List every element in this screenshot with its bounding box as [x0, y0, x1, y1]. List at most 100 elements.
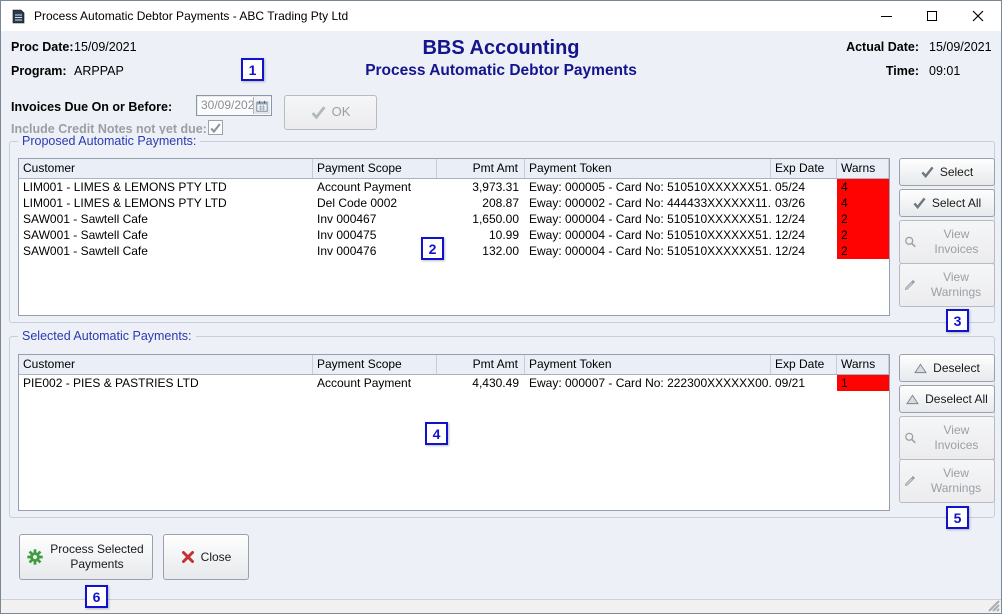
cell-exp: 12/24 — [771, 227, 837, 243]
maximize-icon — [927, 11, 937, 21]
ok-button-label: OK — [332, 104, 351, 120]
view-warnings-button-label: View Warnings — [922, 270, 990, 300]
cell-amount: 4,430.49 — [437, 375, 525, 391]
close-window-button[interactable] — [955, 1, 1001, 31]
cell-token: Eway: 000002 - Card No: 444433XXXXXX11..… — [525, 195, 771, 211]
view-invoices-button[interactable]: View Invoices — [899, 416, 995, 460]
annotation-5: 5 — [946, 506, 969, 529]
column-header-customer[interactable]: Customer — [19, 159, 313, 178]
triangle-icon — [906, 394, 919, 405]
cell-amount: 132.00 — [437, 243, 525, 259]
close-button[interactable]: Close — [163, 534, 249, 580]
column-header-warns[interactable]: Warns — [837, 355, 889, 374]
column-header-amount[interactable]: Pmt Amt — [437, 159, 525, 178]
column-header-exp[interactable]: Exp Date — [771, 159, 837, 178]
actual-date-label: Actual Date: — [846, 40, 919, 54]
close-button-label: Close — [201, 550, 232, 565]
cell-warns: 4 — [837, 195, 889, 211]
annotation-1: 1 — [241, 58, 264, 81]
column-header-token[interactable]: Payment Token — [525, 159, 771, 178]
cell-warns: 2 — [837, 227, 889, 243]
deselect-button-label: Deselect — [933, 361, 980, 376]
red-x-icon — [181, 550, 195, 564]
annotation-2: 2 — [421, 237, 444, 260]
cell-exp: 05/24 — [771, 179, 837, 195]
magnifier-icon — [904, 431, 917, 445]
column-header-exp[interactable]: Exp Date — [771, 355, 837, 374]
table-row[interactable]: LIM001 - LIMES & LEMONS PTY LTDAccount P… — [19, 179, 889, 195]
cell-amount: 3,973.31 — [437, 179, 525, 195]
time-value: 09:01 — [929, 64, 960, 78]
proposed-payments-table[interactable]: CustomerPayment ScopePmt AmtPayment Toke… — [18, 158, 890, 316]
column-header-warns[interactable]: Warns — [837, 159, 889, 178]
annotation-6: 6 — [85, 585, 108, 608]
cell-token: Eway: 000004 - Card No: 510510XXXXXX51..… — [525, 227, 771, 243]
check-icon — [921, 166, 934, 178]
selected-payments-table[interactable]: CustomerPayment ScopePmt AmtPayment Toke… — [18, 354, 890, 511]
cell-warns: 4 — [837, 179, 889, 195]
select-button-label: Select — [940, 165, 973, 180]
page-title: Process Automatic Debtor Payments — [1, 62, 1001, 80]
view-invoices-button-label: View Invoices — [923, 423, 990, 453]
due-date-label: Invoices Due On or Before: — [11, 100, 172, 114]
column-header-amount[interactable]: Pmt Amt — [437, 355, 525, 374]
deselect-all-button[interactable]: Deselect All — [899, 385, 995, 413]
minimize-icon — [881, 16, 892, 17]
cell-scope: Inv 000467 — [313, 211, 437, 227]
cell-amount: 1,650.00 — [437, 211, 525, 227]
column-header-customer[interactable]: Customer — [19, 355, 313, 374]
select-button[interactable]: Select — [899, 158, 995, 186]
selected-table-header: CustomerPayment ScopePmt AmtPayment Toke… — [19, 355, 889, 375]
time-label: Time: — [886, 64, 919, 78]
cell-customer: SAW001 - Sawtell Cafe — [19, 211, 313, 227]
cell-customer: LIM001 - LIMES & LEMONS PTY LTD — [19, 195, 313, 211]
view-warnings-button-label: View Warnings — [922, 466, 990, 496]
cell-amount: 208.87 — [437, 195, 525, 211]
view-warnings-button[interactable]: View Warnings — [899, 459, 995, 503]
column-header-scope[interactable]: Payment Scope — [313, 159, 437, 178]
table-row[interactable]: LIM001 - LIMES & LEMONS PTY LTDDel Code … — [19, 195, 889, 211]
minimize-button[interactable] — [863, 1, 909, 31]
cell-warns: 2 — [837, 243, 889, 259]
cell-customer: PIE002 - PIES & PASTRIES LTD — [19, 375, 313, 391]
cell-token: Eway: 000004 - Card No: 510510XXXXXX51..… — [525, 243, 771, 259]
actual-date-value: 15/09/2021 — [929, 40, 992, 54]
credit-notes-checkbox[interactable] — [208, 120, 223, 135]
cell-exp: 12/24 — [771, 243, 837, 259]
column-header-scope[interactable]: Payment Scope — [313, 355, 437, 374]
cell-customer: SAW001 - Sawtell Cafe — [19, 243, 313, 259]
deselect-button[interactable]: Deselect — [899, 354, 995, 382]
calendar-icon — [256, 100, 268, 112]
view-warnings-button[interactable]: View Warnings — [899, 263, 995, 307]
select-all-button[interactable]: Select All — [899, 189, 995, 217]
date-picker-button[interactable] — [253, 97, 270, 114]
process-gear-icon — [27, 549, 43, 565]
cell-exp: 03/26 — [771, 195, 837, 211]
proposed-table-header: CustomerPayment ScopePmt AmtPayment Toke… — [19, 159, 889, 179]
triangle-icon — [914, 363, 927, 374]
table-row[interactable]: SAW001 - Sawtell CafeInv 000476132.00Ewa… — [19, 243, 889, 259]
annotation-4: 4 — [425, 422, 448, 445]
cell-scope: Inv 000476 — [313, 243, 437, 259]
view-invoices-button-label: View Invoices — [923, 227, 990, 257]
column-header-token[interactable]: Payment Token — [525, 355, 771, 374]
table-row[interactable]: SAW001 - Sawtell CafeInv 0004671,650.00E… — [19, 211, 889, 227]
selected-table-body: PIE002 - PIES & PASTRIES LTDAccount Paym… — [19, 375, 889, 391]
process-selected-payments-button[interactable]: Process Selected Payments — [19, 534, 153, 580]
cell-customer: SAW001 - Sawtell Cafe — [19, 227, 313, 243]
cell-scope: Account Payment — [313, 179, 437, 195]
proposed-group-title: Proposed Automatic Payments: — [18, 134, 200, 148]
cell-token: Eway: 000004 - Card No: 510510XXXXXX51..… — [525, 211, 771, 227]
check-icon — [311, 106, 326, 119]
titlebar: Process Automatic Debtor Payments - ABC … — [1, 1, 1001, 31]
status-bar — [1, 599, 1001, 613]
resize-grip[interactable] — [988, 600, 1000, 612]
ok-button[interactable]: OK — [284, 95, 377, 130]
window-controls — [863, 1, 1001, 31]
annotation-3: 3 — [946, 309, 969, 332]
table-row[interactable]: SAW001 - Sawtell CafeInv 00047510.99Eway… — [19, 227, 889, 243]
due-date-input[interactable]: 30/09/2021 — [196, 95, 272, 116]
table-row[interactable]: PIE002 - PIES & PASTRIES LTDAccount Paym… — [19, 375, 889, 391]
maximize-button[interactable] — [909, 1, 955, 31]
view-invoices-button[interactable]: View Invoices — [899, 220, 995, 264]
